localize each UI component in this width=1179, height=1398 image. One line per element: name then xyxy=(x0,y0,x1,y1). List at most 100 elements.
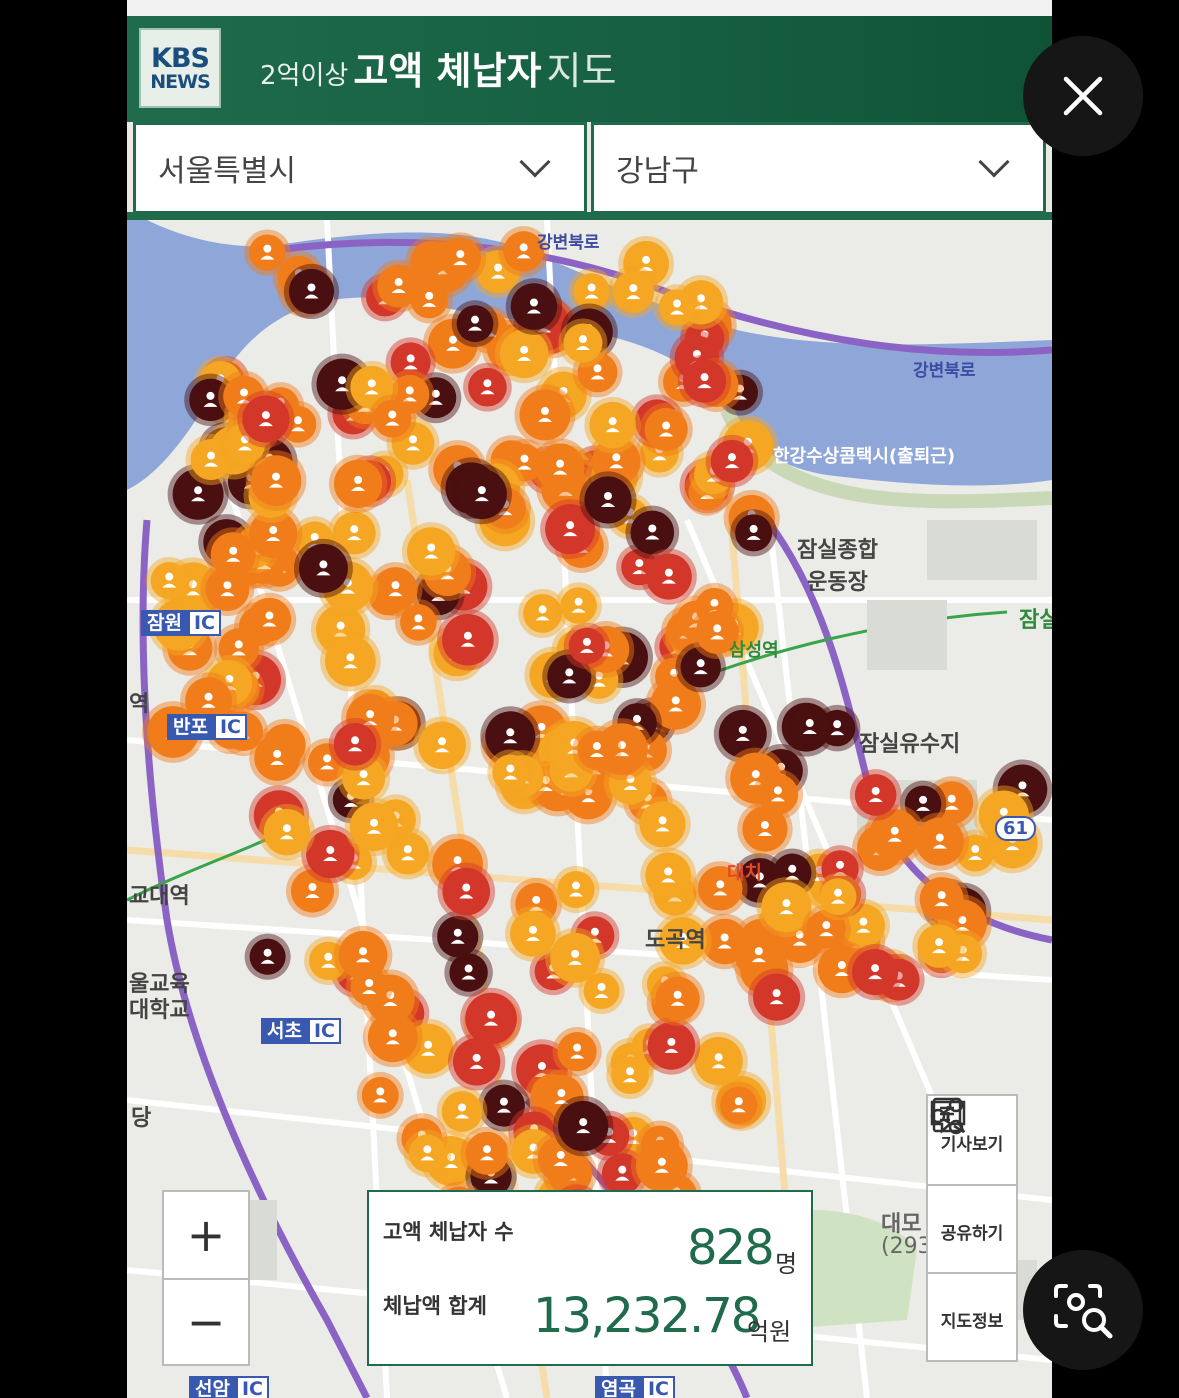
person-marker-icon xyxy=(557,1089,566,1098)
chevron-down-icon xyxy=(519,146,551,178)
person-marker-icon xyxy=(618,1165,627,1174)
person-marker-icon xyxy=(571,949,580,958)
delinquent-marker[interactable] xyxy=(682,359,727,403)
map-label-dang: 당 xyxy=(131,1106,152,1131)
ic-code: IC xyxy=(213,714,247,740)
district-select[interactable]: 강남구 xyxy=(591,122,1046,214)
person-marker-icon xyxy=(282,824,291,833)
delinquent-marker[interactable] xyxy=(655,976,700,1021)
person-marker-icon xyxy=(263,948,272,957)
delinquent-marker[interactable] xyxy=(819,878,857,916)
map-info-button[interactable]: 지도정보 xyxy=(928,1100,1016,1360)
person-marker-icon xyxy=(714,1053,723,1062)
person-marker-icon xyxy=(464,964,473,973)
close-icon xyxy=(1063,76,1103,116)
map-canvas[interactable]: 잠실종합 운동장 잠실 잠실유수지 도곡역 교대역 울교육 대학교 당 역 강변… xyxy=(127,220,1052,1398)
zoom-in-button[interactable]: + xyxy=(164,1192,248,1278)
map-label-jamsil-sports: 잠실종합 운동장 xyxy=(797,532,878,596)
share-button[interactable]: 공유하기 xyxy=(928,1097,1016,1272)
person-marker-icon xyxy=(716,880,725,889)
route-61-sign: 61 xyxy=(995,816,1037,841)
logo-line-1: KBS xyxy=(151,42,210,74)
person-marker-icon xyxy=(520,345,529,354)
delinquent-marker[interactable] xyxy=(791,709,828,746)
person-marker-icon xyxy=(805,719,814,728)
visual-search-icon xyxy=(1054,1284,1113,1339)
person-marker-icon xyxy=(971,845,980,854)
person-marker-icon xyxy=(351,736,360,745)
map-label-education-univ: 울교육 대학교 xyxy=(129,972,190,1024)
person-marker-icon xyxy=(487,1010,496,1019)
city-select-value: 서울특별시 xyxy=(158,154,296,189)
zoom-out-button[interactable]: − xyxy=(164,1278,248,1364)
side-button-panel: 기사보기 공유하기 지도정보 xyxy=(926,1094,1018,1362)
person-marker-icon xyxy=(370,818,379,827)
delinquent-total-label: 체납액 합계 xyxy=(383,1294,487,1318)
person-marker-icon xyxy=(626,1067,635,1076)
person-marker-icon xyxy=(556,459,565,468)
delinquent-marker[interactable] xyxy=(247,597,292,642)
person-marker-icon xyxy=(456,250,465,259)
delinquent-marker[interactable] xyxy=(735,514,773,552)
person-marker-icon xyxy=(271,472,280,481)
person-marker-icon xyxy=(265,611,274,620)
person-marker-icon xyxy=(359,947,368,956)
person-marker-icon xyxy=(438,737,447,746)
ic-code: IC xyxy=(307,1018,341,1044)
person-marker-icon xyxy=(194,486,203,495)
ic-name: 염곡 xyxy=(595,1376,642,1398)
person-marker-icon xyxy=(405,386,414,395)
person-marker-icon xyxy=(308,882,317,891)
kbs-news-logo[interactable]: KBS NEWS xyxy=(139,28,221,108)
city-select[interactable]: 서울특별시 xyxy=(133,122,587,214)
delinquent-marker[interactable] xyxy=(442,613,494,666)
delinquent-total-unit: 억원 xyxy=(747,1318,792,1346)
person-marker-icon xyxy=(1018,781,1027,790)
person-marker-icon xyxy=(453,856,462,865)
delinquent-marker[interactable] xyxy=(210,532,256,578)
person-marker-icon xyxy=(871,964,880,973)
person-marker-icon xyxy=(406,354,415,363)
delinquent-marker[interactable] xyxy=(519,389,571,441)
map-label-education-univ-1: 울교육 xyxy=(129,972,190,997)
person-marker-icon xyxy=(472,1053,481,1062)
person-marker-icon xyxy=(394,278,403,287)
delinquent-marker[interactable] xyxy=(288,268,335,315)
person-marker-icon xyxy=(566,521,575,530)
close-button[interactable] xyxy=(1023,36,1143,156)
ic-code: IC xyxy=(641,1376,675,1398)
visual-search-button[interactable] xyxy=(1023,1250,1143,1370)
app-screen: KBS NEWS 2억이상 고액 체납자 지도 서울특별시 강남구 잠실종합 운… xyxy=(127,0,1052,1398)
delinquent-count-value: 828 xyxy=(687,1220,775,1276)
person-marker-icon xyxy=(642,255,651,264)
person-marker-icon xyxy=(648,524,657,533)
delinquent-marker[interactable] xyxy=(635,1139,688,1192)
person-marker-icon xyxy=(597,982,606,991)
person-marker-icon xyxy=(338,376,347,385)
person-marker-icon xyxy=(837,961,846,970)
delinquent-count-unit: 명 xyxy=(775,1250,798,1278)
delinquent-marker[interactable] xyxy=(465,1131,509,1175)
person-marker-icon xyxy=(471,315,480,324)
selector-bottom-strip xyxy=(127,212,1052,220)
person-marker-icon xyxy=(494,263,503,272)
delinquent-marker[interactable] xyxy=(442,867,491,916)
ic-sign-jamwon: 잠원 IC xyxy=(141,610,221,636)
person-marker-icon xyxy=(657,1157,666,1166)
map-label-samseong-station: 삼성역 xyxy=(729,640,779,661)
person-marker-icon xyxy=(239,388,248,397)
person-marker-icon xyxy=(919,795,928,804)
person-marker-icon xyxy=(462,883,471,892)
person-marker-icon xyxy=(760,821,769,830)
person-marker-icon xyxy=(519,243,528,252)
person-marker-icon xyxy=(458,1103,467,1112)
person-marker-icon xyxy=(269,526,278,535)
delinquent-marker[interactable] xyxy=(658,289,696,326)
person-marker-icon xyxy=(350,525,359,534)
person-marker-icon xyxy=(751,770,760,779)
map-label-education-univ-2: 대학교 xyxy=(129,998,190,1023)
map-label-jamsil-sports-2: 운동장 xyxy=(807,570,868,595)
person-marker-icon xyxy=(672,299,681,308)
person-marker-icon xyxy=(367,379,376,388)
person-marker-icon xyxy=(667,1037,676,1046)
